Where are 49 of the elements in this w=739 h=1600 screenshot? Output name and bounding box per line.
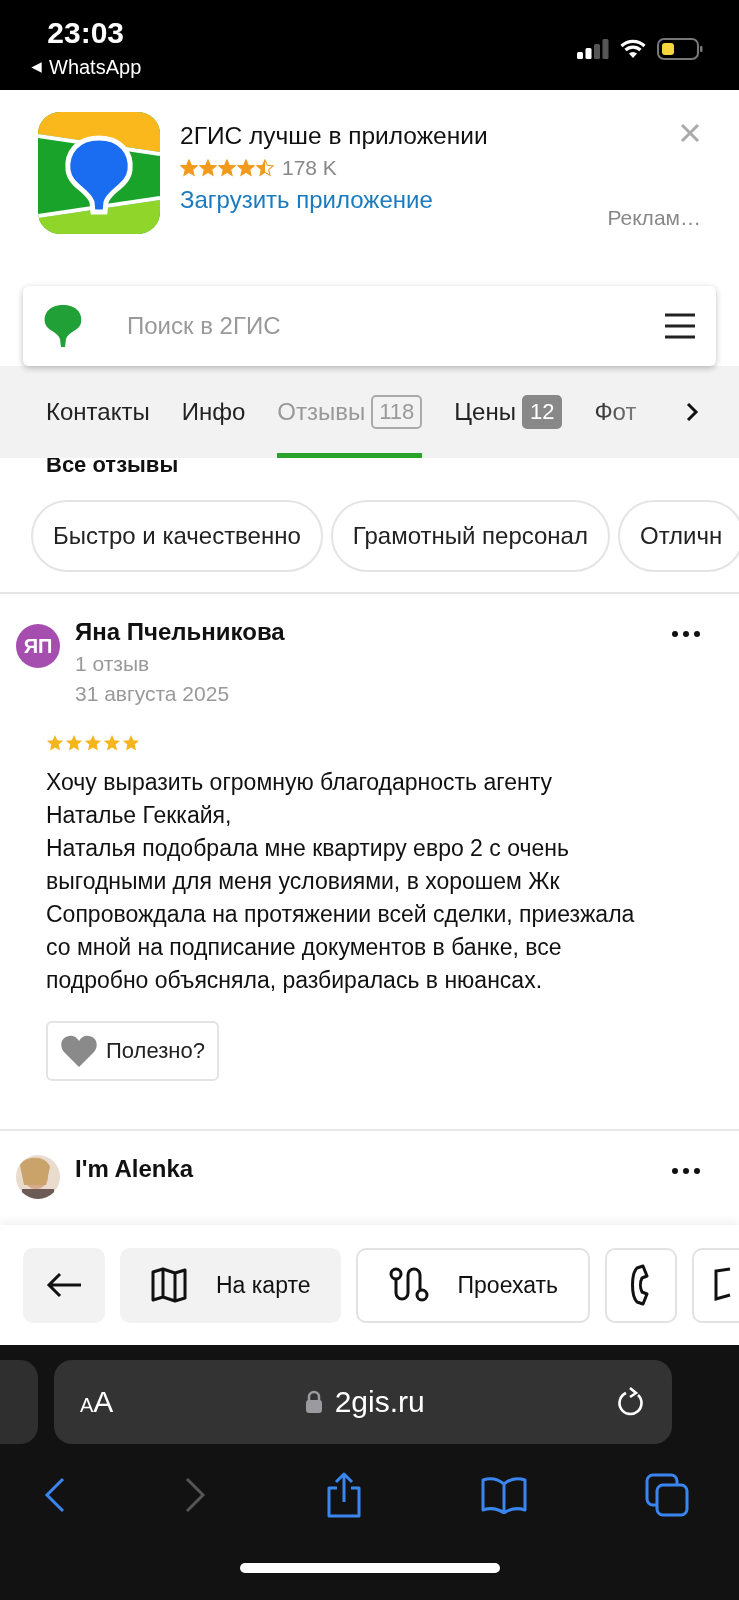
app-logo-icon	[38, 112, 160, 234]
back-button[interactable]	[23, 1247, 105, 1323]
tag-chip[interactable]: Грамотный персонал	[330, 500, 610, 572]
avatar: ЯП	[16, 624, 60, 668]
count-badge: 118	[371, 395, 423, 429]
wifi-icon	[619, 39, 647, 59]
phone-button[interactable]	[604, 1247, 677, 1323]
route-button[interactable]: Проехать	[355, 1247, 590, 1323]
back-arrow-icon[interactable]	[30, 61, 43, 74]
reload-icon[interactable]	[616, 1386, 646, 1418]
text-size-button[interactable]: AA	[80, 1385, 114, 1419]
tag-chip[interactable]: Быстро и качественно	[31, 500, 323, 572]
tab[interactable]: Фот	[594, 366, 637, 458]
lock-icon	[304, 1390, 323, 1414]
back-icon[interactable]	[44, 1477, 66, 1513]
tab[interactable]: Инфо	[181, 366, 246, 458]
battery-icon	[657, 38, 703, 60]
search-field[interactable]: Поиск в 2ГИС	[103, 311, 644, 341]
count-badge: 12	[521, 395, 563, 429]
chevron-right-icon[interactable]	[685, 401, 699, 423]
map-button[interactable]: На карте	[120, 1247, 341, 1323]
tree-logo-icon	[43, 303, 83, 349]
helpful-button[interactable]: Полезно?	[46, 1021, 219, 1081]
back-app-link[interactable]: WhatsApp	[49, 56, 142, 79]
tab[interactable]: Контакты	[46, 366, 150, 458]
signal-icon	[577, 39, 609, 59]
more-icon[interactable]	[671, 630, 701, 638]
review-date: 31 августа 2025	[75, 682, 231, 706]
url-text: 2gis.ru	[334, 1385, 425, 1419]
clock: 23:03	[47, 16, 124, 50]
review-text: Хочу выразить огромную благодарность агенту Наталье Геккайя, Наталья подобрала мне квартиру евро 2 с очень выгодными для меня условиями, в хорошем Жк Сопровождала на протяжении всей сделки, приезжала со мной на подписание документов в банке, все подробно объясняла, разбиралась в нюансах.	[46, 768, 636, 995]
back-arrow-icon	[45, 1271, 83, 1299]
bookmarks-icon[interactable]	[480, 1476, 527, 1514]
menu-icon[interactable]	[664, 313, 696, 339]
ad-label[interactable]: Реклам…	[607, 206, 701, 230]
map-icon	[150, 1267, 188, 1303]
author-name[interactable]: Яна Пчельникова	[75, 618, 656, 646]
review-count: 1 отзыв	[75, 652, 151, 676]
address-bar[interactable]: AA 2gis.ru	[54, 1360, 672, 1444]
forward-icon[interactable]	[184, 1477, 207, 1513]
tag-chip[interactable]: Отличн	[617, 500, 739, 572]
tab[interactable]: Цены 12	[454, 366, 563, 458]
rating-count: 178 K	[282, 156, 337, 180]
tabs-icon[interactable]	[645, 1473, 689, 1517]
heart-icon	[60, 1034, 98, 1068]
download-app-link[interactable]: Загрузить приложение	[180, 186, 608, 214]
ad-title: 2ГИС лучше в приложении	[180, 122, 489, 150]
more-icon[interactable]	[671, 1167, 701, 1175]
author-name[interactable]: I'm Alenka	[75, 1155, 656, 1183]
